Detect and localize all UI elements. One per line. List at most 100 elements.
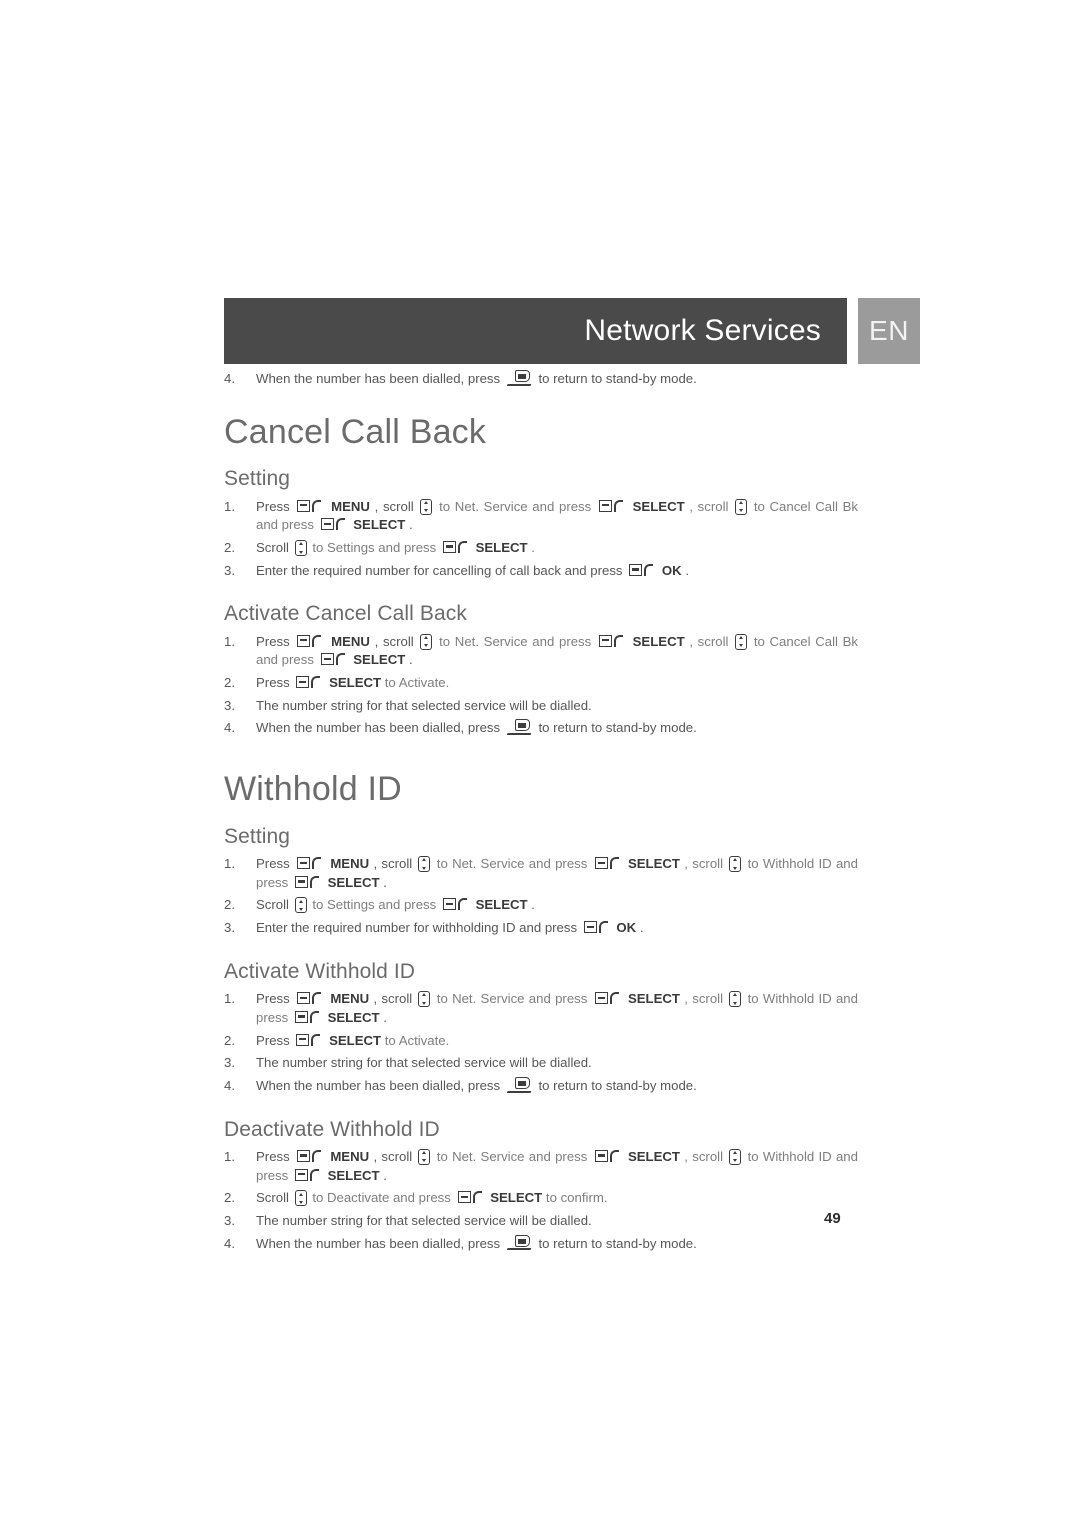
- page-content: 4. When the number has been dialled, pres…: [224, 370, 858, 1257]
- step-text: When the number has been dialled, press: [256, 1077, 501, 1093]
- step-item: 4. When the number has been dialled, pres…: [224, 1234, 858, 1254]
- step-number: 3.: [224, 1213, 235, 1228]
- subsection-title-activate-withhold-id: Activate Withhold ID: [224, 959, 416, 983]
- softkey-icon: [297, 499, 324, 514]
- step-item: 1. Press MENU , scroll to Net. Service an…: [224, 855, 858, 892]
- step-number: 2.: [224, 1032, 235, 1048]
- step-keyword: SELECT: [627, 991, 680, 1007]
- step-item: 1. Press MENU , scroll to Net. Service an…: [224, 633, 858, 670]
- softkey-icon: [594, 856, 622, 871]
- step-text: to Settings and press: [312, 897, 437, 913]
- step-number: 1.: [224, 856, 235, 871]
- step-text: to Settings and press: [312, 539, 437, 555]
- step-keyword: MENU: [330, 991, 370, 1007]
- step-text: , scroll: [684, 991, 724, 1007]
- step-text: .: [383, 1167, 387, 1183]
- step-keyword: SELECT: [329, 1032, 382, 1048]
- step-text: to Net. Service and press: [439, 633, 592, 649]
- softkey-icon: [297, 991, 324, 1006]
- section-title-withhold-id: Withhold ID: [224, 770, 402, 809]
- step-text: , scroll: [374, 498, 414, 514]
- step-item: 4. When the number has been dialled, pres…: [224, 719, 858, 738]
- step-text: to return to stand-by mode.: [538, 371, 697, 386]
- step-item: 2. Scroll to Deactivate and press SELECT …: [224, 1189, 858, 1208]
- step-text: , scroll: [689, 498, 729, 514]
- step-item: 2. Press SELECT to Activate.: [224, 1032, 858, 1051]
- step-item: 1. Press MENU , scroll to Net. Service an…: [224, 1148, 858, 1185]
- scroll-up-down-icon: [294, 1190, 307, 1207]
- step-text: to return to stand-by mode.: [538, 1077, 697, 1093]
- step-text: Press: [256, 1032, 290, 1048]
- softkey-icon: [297, 856, 324, 871]
- step-list: 1. Press MENU , scroll to Net. Service an…: [224, 855, 858, 938]
- step-keyword: SELECT: [627, 1148, 680, 1164]
- step-text: The number string for that selected serv…: [256, 1055, 592, 1071]
- softkey-icon: [629, 563, 656, 578]
- step-keyword: SELECT: [327, 874, 380, 890]
- step-keyword: OK: [661, 562, 682, 578]
- section-title-cancel-call-back: Cancel Call Back: [224, 412, 487, 451]
- step-number: 1.: [224, 633, 235, 649]
- step-text: Press: [256, 856, 290, 871]
- step-number: 1.: [224, 1148, 235, 1164]
- step-text: , scroll: [684, 1148, 724, 1164]
- continued-step-list: 4. When the number has been dialled, pres…: [224, 370, 858, 389]
- step-list: 1. Press MENU , scroll to Net. Service an…: [224, 633, 858, 739]
- step-text: Press: [256, 498, 290, 514]
- step-text: When the number has been dialled, press: [256, 1235, 501, 1251]
- step-text: .: [639, 920, 644, 936]
- step-text: When the number has been dialled, press: [256, 720, 501, 736]
- step-text: to Deactivate and press: [312, 1190, 451, 1206]
- scroll-up-down-icon: [418, 856, 431, 872]
- step-text: , scroll: [373, 856, 413, 871]
- step-text: , scroll: [374, 633, 414, 649]
- step-text: to confirm.: [545, 1190, 608, 1206]
- manual-page: Network Services EN 4. When the number ha…: [0, 0, 1080, 1528]
- page-header: Network Services EN: [224, 298, 920, 364]
- step-keyword: SELECT: [327, 1009, 380, 1025]
- step-item: 1. Press MENU , scroll to Net. Service an…: [224, 990, 858, 1027]
- step-text: Scroll: [256, 539, 289, 555]
- step-keyword: MENU: [330, 1148, 370, 1164]
- hangup-phone-icon: [506, 370, 532, 387]
- step-item: 4. When the number has been dialled, pres…: [224, 370, 858, 389]
- page-title: Network Services: [584, 314, 821, 347]
- step-keyword: SELECT: [329, 675, 382, 691]
- step-text: Enter the required number for withholdin…: [256, 920, 578, 936]
- step-keyword: OK: [616, 920, 637, 936]
- step-text: Press: [256, 991, 290, 1007]
- step-number: 4.: [224, 371, 235, 386]
- step-text: to return to stand-by mode.: [538, 1235, 697, 1251]
- step-number: 4.: [224, 720, 235, 736]
- step-text: , scroll: [684, 856, 724, 871]
- step-text: Scroll: [256, 1190, 289, 1206]
- softkey-icon: [457, 1190, 485, 1205]
- step-keyword: SELECT: [475, 897, 528, 913]
- softkey-icon: [594, 991, 622, 1006]
- step-item: 2. Scroll to Settings and press SELECT .: [224, 896, 858, 915]
- step-number: 3.: [224, 920, 235, 936]
- step-text: .: [408, 652, 413, 668]
- step-keyword: SELECT: [353, 517, 406, 533]
- step-number: 2.: [224, 897, 235, 913]
- softkey-icon: [442, 897, 470, 912]
- step-text: .: [685, 562, 689, 578]
- softkey-icon: [294, 1010, 322, 1025]
- scroll-up-down-icon: [418, 1148, 431, 1165]
- step-keyword: MENU: [330, 856, 370, 871]
- step-item: 3. Enter the required number for withhold…: [224, 919, 858, 938]
- step-text: to Net. Service and press: [436, 856, 588, 871]
- step-number: 1.: [224, 498, 235, 514]
- scroll-up-down-icon: [729, 1148, 742, 1165]
- softkey-icon: [594, 1149, 622, 1164]
- step-text: to Activate.: [384, 675, 450, 691]
- step-keyword: SELECT: [627, 856, 680, 871]
- hangup-phone-icon: [506, 1234, 532, 1252]
- step-list: 1. Press MENU , scroll to Net. Service an…: [224, 498, 858, 581]
- language-badge: EN: [858, 298, 920, 364]
